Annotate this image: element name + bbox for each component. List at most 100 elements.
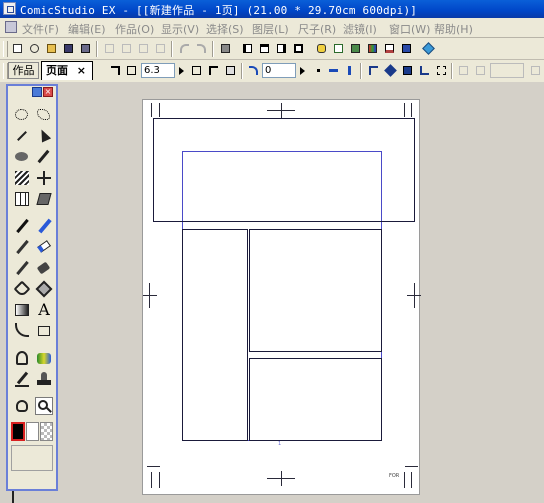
pen-icon[interactable]: [13, 217, 31, 235]
guide-icon[interactable]: [417, 63, 431, 77]
object-select-icon[interactable]: [35, 127, 53, 145]
panel-right-top[interactable]: [249, 229, 382, 352]
marker-icon[interactable]: [13, 238, 31, 256]
fill-pattern-icon[interactable]: [35, 280, 53, 298]
disabled-tool-icon[interactable]: [456, 63, 470, 77]
flip-vertical-icon[interactable]: [342, 63, 356, 77]
palette-restore-icon[interactable]: [32, 87, 42, 97]
page-panel-icon[interactable]: [257, 41, 271, 55]
layer-panel-icon[interactable]: [240, 41, 254, 55]
tab-work[interactable]: 作品: [8, 62, 39, 79]
panel-top[interactable]: [153, 118, 415, 222]
foreground-color-swatch[interactable]: [11, 422, 25, 441]
ellipse-marquee-icon[interactable]: [13, 106, 31, 124]
correction-pen-icon[interactable]: [13, 370, 31, 388]
frame-panel-icon[interactable]: [291, 41, 305, 55]
paste-icon[interactable]: [136, 41, 150, 55]
page-fit-icon[interactable]: [223, 63, 237, 77]
disabled-tool-icon[interactable]: [528, 63, 542, 77]
tone-icon[interactable]: [382, 41, 396, 55]
snap-icon[interactable]: [383, 63, 397, 77]
menu-layer[interactable]: 图层(L): [252, 21, 289, 37]
document-menu-icon[interactable]: [5, 21, 17, 33]
rotate-angle-input[interactable]: 0: [262, 63, 296, 78]
menu-work[interactable]: 作品(O): [115, 21, 154, 37]
tone-pattern-icon[interactable]: [13, 169, 31, 187]
extension-icon[interactable]: [421, 41, 435, 55]
save-as-icon[interactable]: [78, 41, 92, 55]
save-icon[interactable]: [61, 41, 75, 55]
gradient-icon[interactable]: [13, 301, 31, 319]
copy-icon[interactable]: [119, 41, 133, 55]
open-recent-icon[interactable]: [27, 41, 41, 55]
rotate-left-icon[interactable]: [206, 63, 220, 77]
lasso-icon[interactable]: [35, 106, 53, 124]
tab-close-icon[interactable]: ×: [77, 62, 86, 79]
magic-wand-icon[interactable]: [13, 127, 31, 145]
line-icon[interactable]: [13, 322, 31, 340]
hand-icon[interactable]: [13, 397, 31, 415]
menu-view[interactable]: 显示(V): [161, 21, 199, 37]
menu-select[interactable]: 选择(S): [206, 21, 244, 37]
rotate-reset-icon[interactable]: [311, 63, 325, 77]
cut-icon[interactable]: [102, 41, 116, 55]
menu-edit[interactable]: 编辑(E): [68, 21, 106, 37]
background-color-swatch[interactable]: [26, 422, 39, 441]
menu-window[interactable]: 窗口(W): [389, 21, 430, 37]
toolbar-grip[interactable]: [3, 41, 8, 57]
ruler-icon[interactable]: [366, 63, 380, 77]
undo-icon[interactable]: [177, 41, 191, 55]
title-bar[interactable]: ComicStudio EX - [[新建作品 - 1页] (21.00 * 2…: [0, 0, 544, 18]
zoom-frame-icon[interactable]: [124, 63, 138, 77]
stamp-icon[interactable]: [35, 370, 53, 388]
material-icon[interactable]: [314, 41, 328, 55]
rectangle-icon[interactable]: [35, 322, 53, 340]
open-icon[interactable]: [44, 41, 58, 55]
menu-file[interactable]: 文件(F): [22, 21, 59, 37]
story-panel-icon[interactable]: [274, 41, 288, 55]
transparent-color-swatch[interactable]: [40, 422, 53, 441]
menu-filter[interactable]: 滤镜(I): [343, 21, 377, 37]
fill-icon[interactable]: [13, 280, 31, 298]
panel-left[interactable]: [182, 229, 248, 441]
disabled-input[interactable]: [490, 63, 524, 78]
eraser-icon[interactable]: [35, 238, 53, 256]
move-icon[interactable]: [35, 169, 53, 187]
frame-grid-icon[interactable]: [13, 190, 31, 208]
disabled-tool-icon[interactable]: [473, 63, 487, 77]
lasso-fill-icon[interactable]: [13, 148, 31, 166]
properties-icon[interactable]: [348, 41, 362, 55]
color-palette-icon[interactable]: [365, 41, 379, 55]
palette-close-icon[interactable]: ×: [43, 87, 53, 97]
3d-object-icon[interactable]: [35, 190, 53, 208]
grid-icon[interactable]: [400, 63, 414, 77]
rotate-canvas-icon[interactable]: [246, 63, 260, 77]
delete-icon[interactable]: [153, 41, 167, 55]
zoom-dropdown-icon[interactable]: [176, 63, 186, 77]
page-view-icon[interactable]: [189, 63, 203, 77]
zoom-input[interactable]: 6.3: [141, 63, 175, 78]
pencil-icon[interactable]: [35, 217, 53, 235]
color-fill-icon[interactable]: [35, 349, 53, 367]
eyedropper-icon[interactable]: [35, 148, 53, 166]
scissors-icon[interactable]: [13, 349, 31, 367]
redo-icon[interactable]: [194, 41, 208, 55]
menu-ruler[interactable]: 尺子(R): [298, 21, 336, 37]
flip-horizontal-icon[interactable]: [326, 63, 340, 77]
new-icon[interactable]: [10, 41, 24, 55]
menu-help[interactable]: 帮助(H): [434, 21, 473, 37]
spray-icon[interactable]: [35, 259, 53, 277]
transparency-icon[interactable]: [434, 63, 448, 77]
zoom-fit-icon[interactable]: [108, 63, 122, 77]
rotate-dropdown-icon[interactable]: [297, 63, 307, 77]
panel-right-bottom[interactable]: [249, 358, 382, 441]
palette-header[interactable]: ×: [8, 86, 56, 98]
text-icon[interactable]: A: [35, 301, 53, 319]
tab-page[interactable]: 页面 ×: [41, 61, 93, 80]
zoom-icon[interactable]: [35, 397, 53, 415]
action-icon[interactable]: [399, 41, 413, 55]
navigator-icon[interactable]: [331, 41, 345, 55]
print-icon[interactable]: [218, 41, 232, 55]
brush-icon[interactable]: [13, 259, 31, 277]
manga-page[interactable]: 1 FOR: [142, 99, 421, 495]
